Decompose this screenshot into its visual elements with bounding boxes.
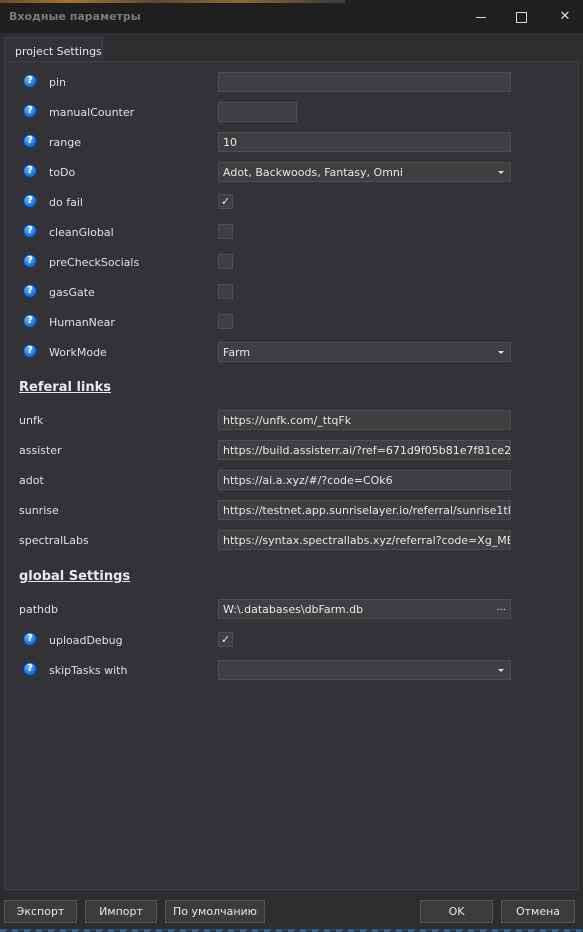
- setting-row-pin: ? pin: [5, 72, 580, 94]
- help-icon[interactable]: ?: [23, 632, 37, 646]
- browse-button[interactable]: ...: [496, 602, 506, 613]
- help-icon[interactable]: ?: [23, 314, 37, 328]
- title-bar-accent: [0, 0, 345, 3]
- pathdb-label: pathdb: [19, 603, 58, 616]
- work-mode-dropdown-value: Farm: [223, 346, 251, 359]
- referral-label: spectralLabs: [19, 534, 89, 547]
- do-fail-checkbox[interactable]: ✓: [218, 194, 233, 209]
- setting-row-work-mode: ? WorkMode Farm: [5, 342, 580, 364]
- help-icon[interactable]: ?: [23, 74, 37, 88]
- setting-label: HumanNear: [49, 316, 115, 329]
- referral-row-adot: adot https://ai.a.xyz/#/?code=COk6: [5, 470, 580, 492]
- setting-label: manualCounter: [49, 106, 135, 119]
- upload-debug-checkbox[interactable]: ✓: [218, 632, 233, 647]
- help-icon[interactable]: ?: [23, 164, 37, 178]
- spectral-labs-link-input[interactable]: https://syntax.spectrallabs.xyz/referral…: [218, 530, 511, 550]
- ok-button[interactable]: OK: [420, 900, 493, 923]
- referral-row-unfk: unfk https://unfk.com/_ttqFk: [5, 410, 580, 432]
- help-icon[interactable]: ?: [23, 104, 37, 118]
- help-icon[interactable]: ?: [23, 284, 37, 298]
- referral-row-assister: assister https://build.assisterr.ai/?ref…: [5, 440, 580, 462]
- chevron-down-icon: [498, 669, 504, 672]
- setting-label: cleanGlobal: [49, 226, 114, 239]
- setting-label: do fail: [49, 196, 83, 209]
- referral-row-sunrise: sunrise https://testnet.app.sunriselayer…: [5, 500, 580, 522]
- upload-debug-label: uploadDebug: [49, 634, 123, 647]
- clean-global-checkbox[interactable]: [218, 224, 233, 239]
- manual-counter-input[interactable]: [218, 102, 297, 122]
- maximize-button[interactable]: [513, 9, 529, 25]
- help-icon[interactable]: ?: [23, 194, 37, 208]
- adot-link-input[interactable]: https://ai.a.xyz/#/?code=COk6: [218, 470, 511, 490]
- setting-row-gas-gate: ? gasGate: [5, 282, 580, 304]
- referral-label: adot: [19, 474, 44, 487]
- sunrise-link-input[interactable]: https://testnet.app.sunriselayer.io/refe…: [218, 500, 511, 520]
- help-icon[interactable]: ?: [23, 254, 37, 268]
- setting-label: WorkMode: [49, 346, 107, 359]
- pin-input[interactable]: [218, 72, 511, 92]
- pathdb-input[interactable]: W:\.databases\dbFarm.db ...: [218, 599, 511, 619]
- referral-label: unfk: [19, 414, 44, 427]
- referral-label: sunrise: [19, 504, 59, 517]
- tab-project-settings[interactable]: project Settings: [4, 37, 103, 63]
- setting-row-clean-global: ? cleanGlobal: [5, 222, 580, 244]
- import-button[interactable]: Импорт: [85, 900, 157, 923]
- section-title-referal-links: Referal links: [19, 380, 112, 395]
- setting-label: preCheckSocials: [49, 256, 140, 269]
- work-mode-dropdown[interactable]: Farm: [218, 342, 511, 362]
- human-near-checkbox[interactable]: [218, 314, 233, 329]
- help-icon[interactable]: ?: [23, 662, 37, 676]
- referral-label: assister: [19, 444, 62, 457]
- global-row-upload-debug: ? uploadDebug ✓: [5, 630, 580, 652]
- export-button[interactable]: Экспорт: [4, 900, 77, 923]
- reset-defaults-button[interactable]: По умолчанию: [165, 900, 265, 923]
- title-bar[interactable]: Входные параметры ✕: [0, 0, 583, 33]
- setting-row-range: ? range 10: [5, 132, 580, 154]
- tab-strip: project Settings: [0, 33, 583, 63]
- window-title: Входные параметры: [9, 10, 141, 23]
- setting-row-precheck-socials: ? preCheckSocials: [5, 252, 580, 274]
- setting-label: range: [49, 136, 81, 149]
- global-row-skip-tasks: ? skipTasks with: [5, 660, 580, 682]
- section-title-global-settings: global Settings: [19, 569, 131, 584]
- setting-row-manual-counter: ? manualCounter: [5, 102, 580, 124]
- setting-label: toDo: [49, 166, 76, 179]
- setting-row-human-near: ? HumanNear: [5, 312, 580, 334]
- cancel-button[interactable]: Отмена: [501, 900, 575, 923]
- setting-label: gasGate: [49, 286, 95, 299]
- global-row-pathdb: pathdb W:\.databases\dbFarm.db ...: [5, 599, 580, 621]
- setting-label: pin: [49, 76, 67, 89]
- setting-row-do-fail: ? do fail ✓: [5, 192, 580, 214]
- setting-row-todo: ? toDo Adot, Backwoods, Fantasy, Omni: [5, 162, 580, 184]
- gas-gate-checkbox[interactable]: [218, 284, 233, 299]
- range-input[interactable]: 10: [218, 132, 511, 152]
- skip-tasks-label: skipTasks with: [49, 664, 128, 677]
- skip-tasks-dropdown[interactable]: [218, 660, 511, 680]
- pathdb-value: W:\.databases\dbFarm.db: [223, 603, 364, 616]
- minimize-button[interactable]: [473, 9, 489, 25]
- chevron-down-icon: [498, 351, 504, 354]
- precheck-socials-checkbox[interactable]: [218, 254, 233, 269]
- referral-row-spectral-labs: spectralLabs https://syntax.spectrallabs…: [5, 530, 580, 552]
- todo-dropdown[interactable]: Adot, Backwoods, Fantasy, Omni: [218, 162, 511, 182]
- chevron-down-icon: [498, 171, 504, 174]
- unfk-link-input[interactable]: https://unfk.com/_ttqFk: [218, 410, 511, 430]
- close-button[interactable]: ✕: [557, 9, 573, 25]
- help-icon[interactable]: ?: [23, 344, 37, 358]
- help-icon[interactable]: ?: [23, 134, 37, 148]
- settings-panel: ? pin ? manualCounter ? range 10 ? toDo …: [4, 61, 579, 890]
- help-icon[interactable]: ?: [23, 224, 37, 238]
- assister-link-input[interactable]: https://build.assisterr.ai/?ref=671d9f05…: [218, 440, 511, 460]
- todo-dropdown-value: Adot, Backwoods, Fantasy, Omni: [223, 166, 403, 179]
